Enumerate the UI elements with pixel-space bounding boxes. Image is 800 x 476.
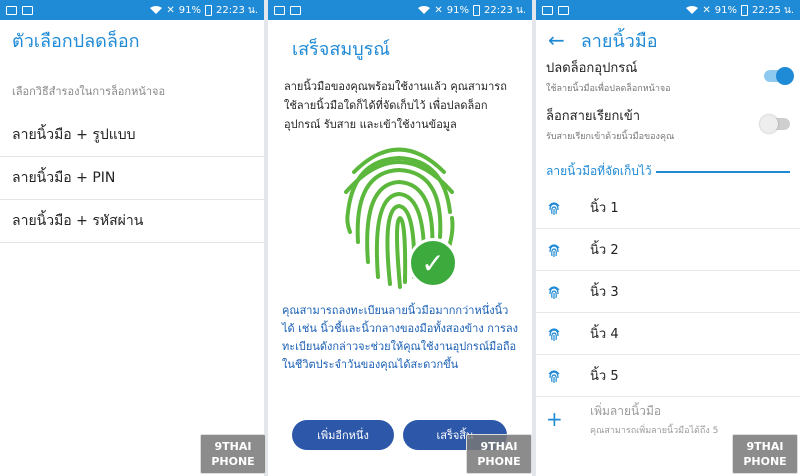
battery-percent: 91% <box>178 4 201 16</box>
app-bar: ตัวเลือกปลดล็อก <box>0 20 264 60</box>
status-bar: ✕ 91% 22:25 น. <box>536 0 800 20</box>
page-title: ลายนิ้วมือ <box>580 30 658 52</box>
section-title: ลายนิ้วมือที่จัดเก็บไว้ <box>546 164 652 178</box>
battery-icon <box>204 4 212 16</box>
add-fingerprint-title: เพิ่มลายนิ้วมือ <box>590 403 662 418</box>
switch-knob <box>760 115 778 133</box>
mail-icon <box>274 5 285 15</box>
mail-icon <box>542 5 553 15</box>
completion-description: ลายนิ้วมือของคุณพร้อมใช้งานแล้ว คุณสามาร… <box>284 80 507 131</box>
panel-complete: ✕ 91% 22:23 น. เสร็จสมบูรณ์ ลายนิ้วมือขอ… <box>268 0 532 476</box>
watermark-line2: PHONE <box>743 455 787 468</box>
clock: 22:23 น. <box>215 4 258 16</box>
wifi-icon <box>686 6 699 14</box>
mail-icon <box>6 5 17 15</box>
page-title: ตัวเลือกปลดล็อก <box>12 30 140 52</box>
watermark-line2: PHONE <box>477 455 521 468</box>
battery-icon <box>472 4 480 16</box>
watermark-line2: PHONE <box>211 455 255 468</box>
watermark-line1: 9THAI <box>214 440 252 453</box>
image-icon <box>22 5 33 15</box>
fingerprint-item[interactable]: นิ้ว 1 <box>536 187 800 229</box>
option-fingerprint-pin[interactable]: ลายนิ้วมือ + PIN <box>0 157 264 200</box>
section-subtitle: เลือกวิธีสำรองในการล็อกหน้าจอ <box>12 85 166 98</box>
image-icon <box>558 5 569 15</box>
fingerprint-icon <box>548 243 560 257</box>
option-fingerprint-password[interactable]: ลายนิ้วมือ + รหัสผ่าน <box>0 200 264 243</box>
finger-label: นิ้ว 2 <box>590 243 619 258</box>
fingerprint-item[interactable]: นิ้ว 5 <box>536 355 800 397</box>
panel-fingerprint-settings: ✕ 91% 22:25 น. ← ลายนิ้วมือ ปลดล็อกอุปกร… <box>536 0 800 476</box>
switch-knob <box>776 67 794 85</box>
clock: 22:25 น. <box>751 4 794 16</box>
clock: 22:23 น. <box>483 4 526 16</box>
fingerprint-item[interactable]: นิ้ว 3 <box>536 271 800 313</box>
add-another-button[interactable]: เพิ่มอีกหนึ่ง <box>292 420 394 450</box>
watermark-logo: 9THAI PHONE <box>200 434 266 474</box>
finger-label: นิ้ว 1 <box>590 201 619 216</box>
fingerprint-icon <box>548 369 560 383</box>
fingerprint-icon <box>548 201 560 215</box>
toggle-subtitle: ใช้ลายนิ้วมือเพื่อปลดล็อกหน้าจอ <box>546 84 671 94</box>
answer-call-toggle-switch[interactable] <box>760 115 790 133</box>
wifi-icon <box>150 6 163 14</box>
back-arrow-icon[interactable]: ← <box>548 28 565 52</box>
fingerprint-icon <box>548 327 560 341</box>
battery-icon <box>740 4 748 16</box>
silent-icon: ✕ <box>434 4 443 16</box>
battery-percent: 91% <box>446 4 469 16</box>
finger-label: นิ้ว 3 <box>590 285 619 300</box>
toggle-row-answer-call[interactable]: ล็อกสายเรียกเข้า รับสายเรียกเข้าด้วยนิ้ว… <box>536 96 800 152</box>
add-fingerprint-subtitle: คุณสามารถเพิ่มลายนิ้วมือได้ถึง 5 <box>590 425 719 436</box>
stored-fingerprints-header: ลายนิ้วมือที่จัดเก็บไว้ <box>536 152 800 187</box>
toggle-row-unlock[interactable]: ปลดล็อกอุปกรณ์ ใช้ลายนิ้วมือเพื่อปลดล็อก… <box>536 56 800 96</box>
silent-icon: ✕ <box>166 4 175 16</box>
toggle-title: ล็อกสายเรียกเข้า <box>546 109 641 124</box>
option-fingerprint-pattern[interactable]: ลายนิ้วมือ + รูปแบบ <box>0 114 264 157</box>
watermark-logo: 9THAI PHONE <box>466 434 532 474</box>
fingerprint-item[interactable]: นิ้ว 2 <box>536 229 800 271</box>
toggle-subtitle: รับสายเรียกเข้าด้วยนิ้วมือของคุณ <box>546 132 675 142</box>
section-divider <box>655 170 790 173</box>
watermark-line1: 9THAI <box>746 440 784 453</box>
battery-percent: 91% <box>714 4 737 16</box>
image-icon <box>290 5 301 15</box>
toggle-title: ปลดล็อกอุปกรณ์ <box>546 61 638 76</box>
watermark-line1: 9THAI <box>480 440 518 453</box>
wifi-icon <box>418 6 431 14</box>
panel-unlock-options: ✕ 91% 22:23 น. ตัวเลือกปลดล็อก เลือกวิธี… <box>0 0 264 476</box>
status-bar: ✕ 91% 22:23 น. <box>0 0 264 20</box>
silent-icon: ✕ <box>702 4 711 16</box>
plus-icon: + <box>546 407 563 431</box>
fingerprint-item[interactable]: นิ้ว 4 <box>536 313 800 355</box>
fingerprint-icon <box>548 285 560 299</box>
app-bar: ← ลายนิ้วมือ <box>536 20 800 60</box>
watermark-logo: 9THAI PHONE <box>732 434 798 474</box>
finger-label: นิ้ว 4 <box>590 327 619 342</box>
status-bar: ✕ 91% 22:23 น. <box>268 0 532 20</box>
page-title: เสร็จสมบูรณ์ <box>292 39 390 60</box>
unlock-toggle-switch[interactable] <box>764 67 794 85</box>
info-text: คุณสามารถลงทะเบียนลายนิ้วมือมากกว่าหนึ่ง… <box>282 304 519 371</box>
checkmark-icon: ✓ <box>408 238 458 288</box>
finger-label: นิ้ว 5 <box>590 369 619 384</box>
